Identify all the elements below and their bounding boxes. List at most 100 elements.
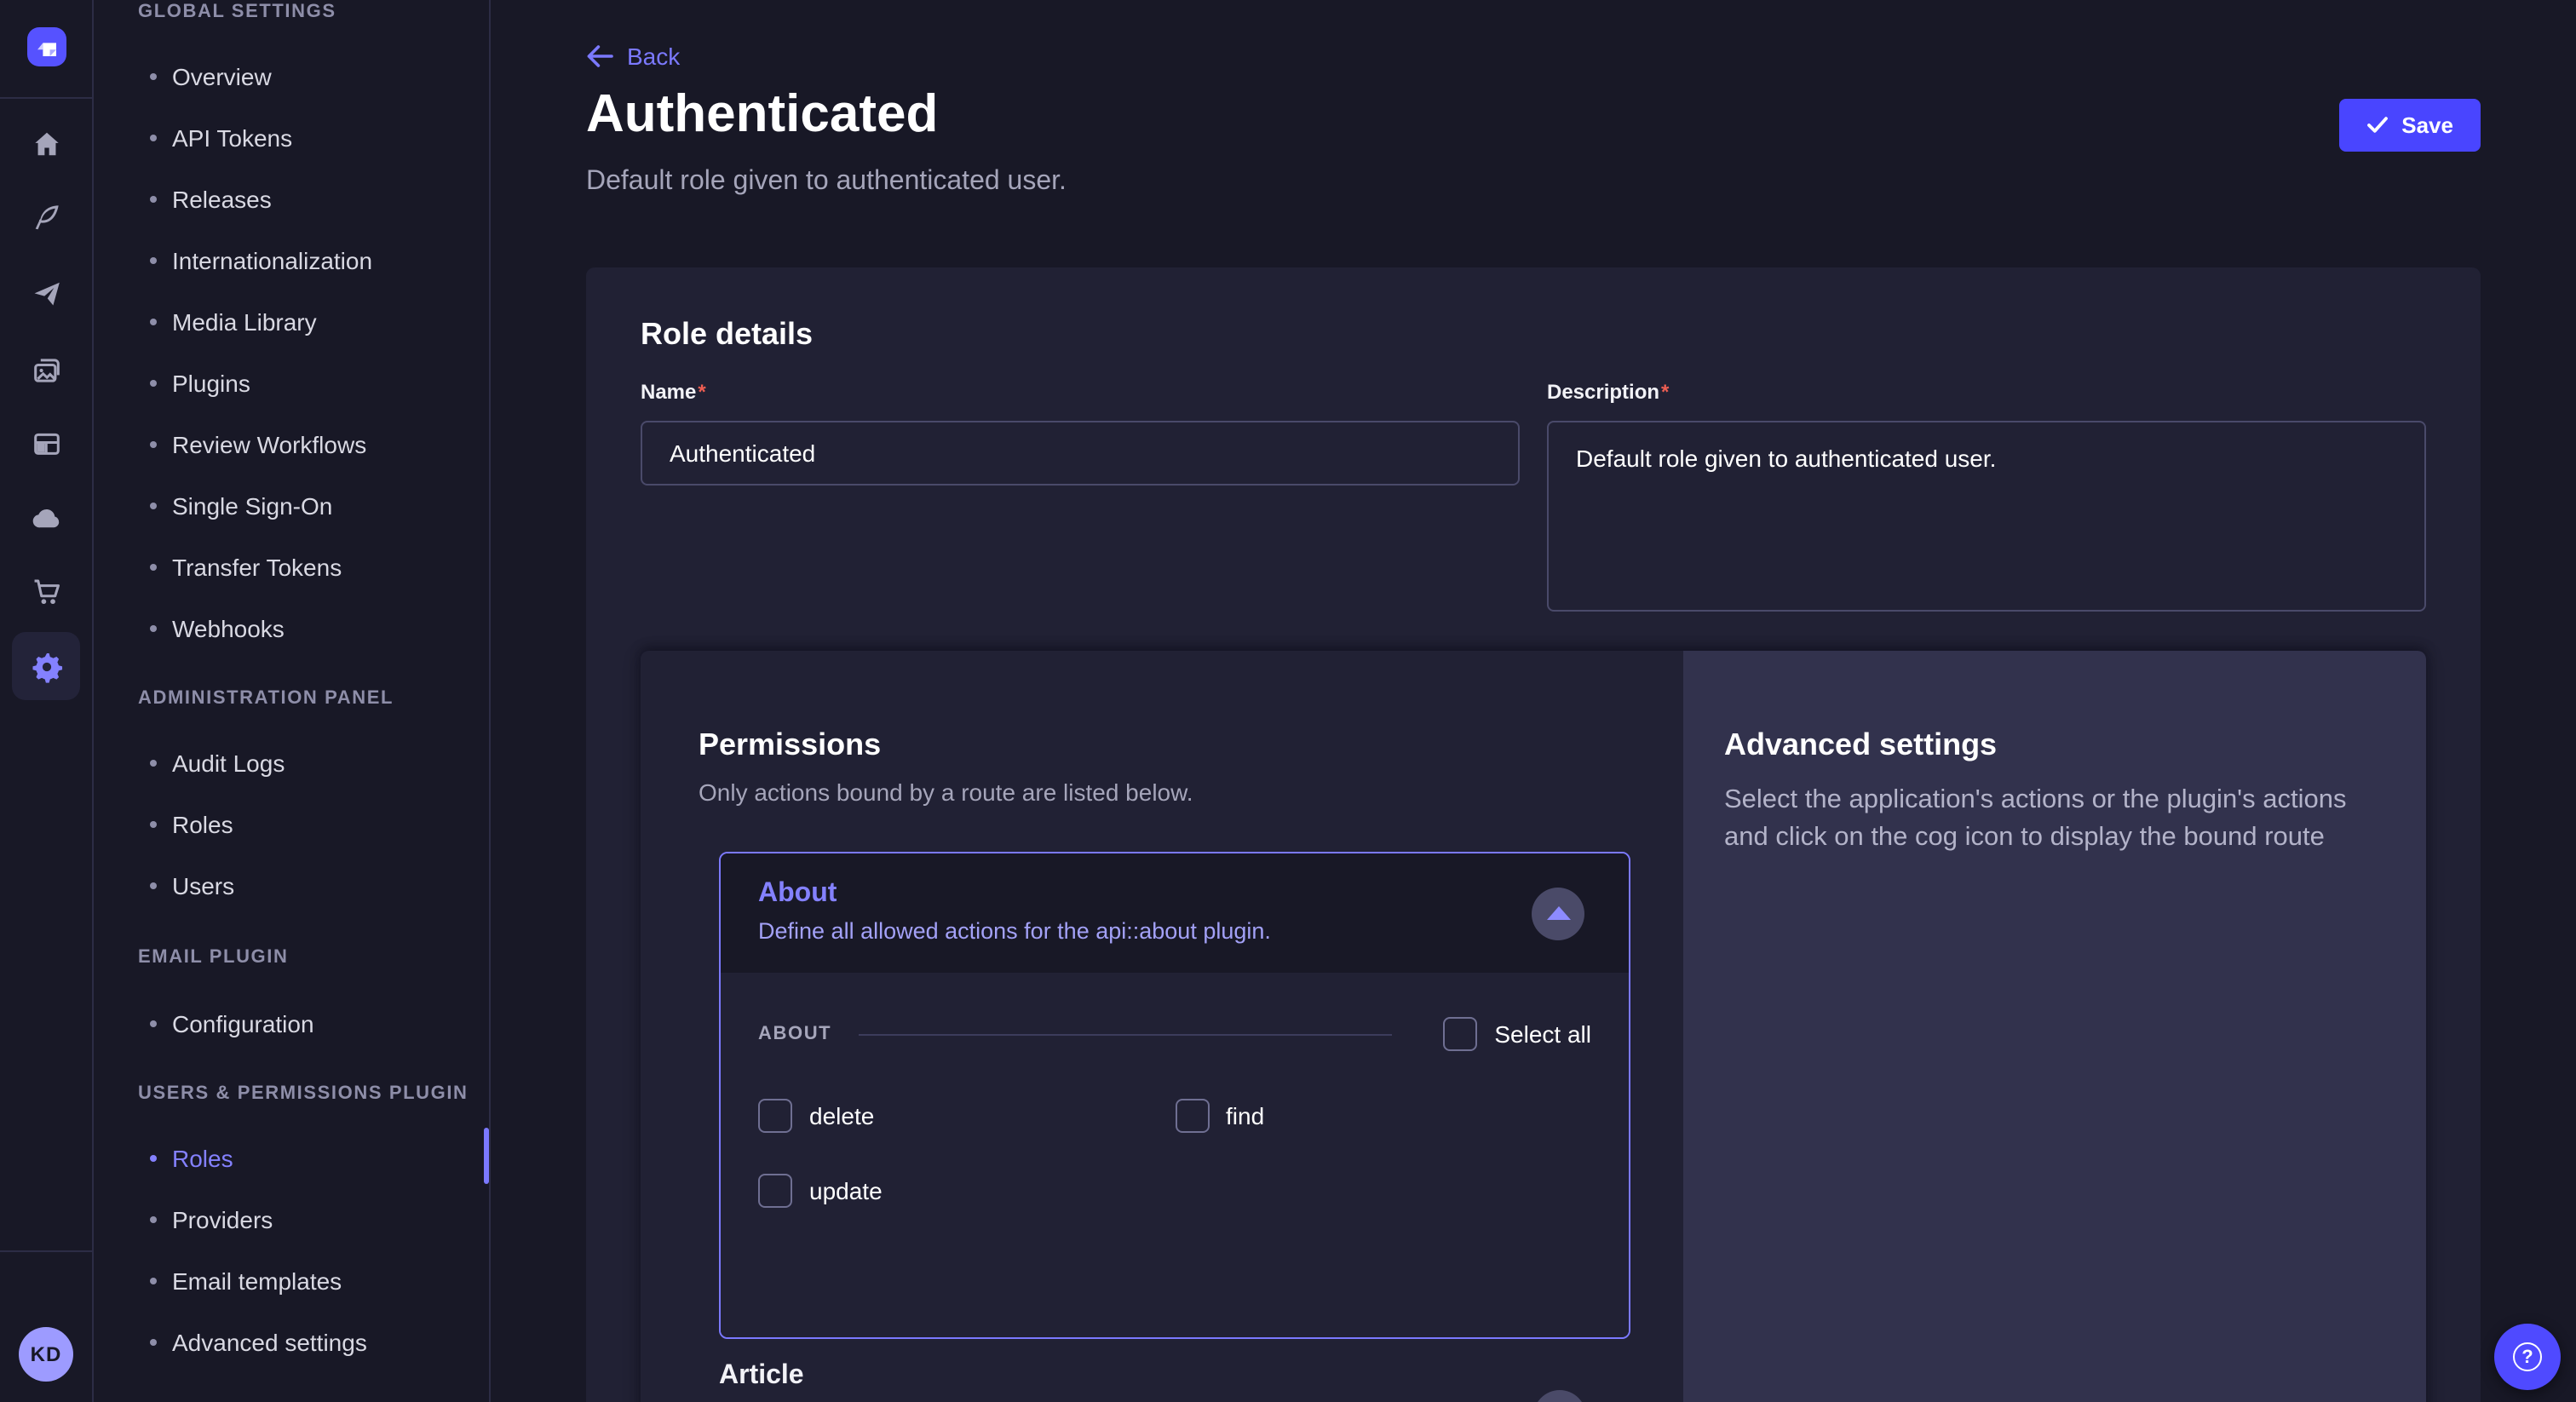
permission-delete: delete: [758, 1099, 1175, 1133]
bullet-icon: [150, 1278, 157, 1284]
bullet-icon: [150, 1339, 157, 1346]
media-library-icon[interactable]: [12, 336, 80, 404]
section-label-global-settings: GLOBAL SETTINGS: [138, 0, 489, 24]
section-label-administration-panel: ADMINISTRATION PANEL: [138, 687, 489, 710]
sidebar-item-overview[interactable]: Overview: [94, 46, 489, 107]
accordion-article-title: Article: [719, 1359, 1578, 1393]
sidebar-item-providers[interactable]: Providers: [94, 1189, 489, 1250]
find-checkbox[interactable]: [1175, 1099, 1209, 1133]
bullet-icon: [150, 882, 157, 889]
permissions-heading: Permissions: [699, 726, 1630, 763]
subnav-scrollbar[interactable]: [483, 1128, 489, 1184]
help-button[interactable]: ?: [2494, 1324, 2561, 1390]
bullet-icon: [150, 625, 157, 632]
role-details-heading: Role details: [641, 315, 2426, 353]
bullet-icon: [150, 821, 157, 828]
check-icon: [2366, 116, 2388, 135]
sidebar-item-media-library[interactable]: Media Library: [94, 291, 489, 353]
sidebar-item-admin-roles[interactable]: Roles: [94, 794, 489, 855]
rail-divider: [0, 97, 92, 99]
required-asterisk: *: [1661, 380, 1669, 404]
marketplace-cart-icon[interactable]: [12, 557, 80, 625]
required-asterisk: *: [698, 380, 705, 404]
question-mark-icon: ?: [2513, 1342, 2542, 1371]
bullet-icon: [150, 1020, 157, 1027]
back-link[interactable]: Back: [586, 43, 680, 70]
accordion-about-description: Define all allowed actions for the api::…: [758, 918, 1591, 944]
find-label: find: [1226, 1102, 1264, 1129]
sidebar-item-releases[interactable]: Releases: [94, 169, 489, 230]
bullet-icon: [150, 380, 157, 387]
name-input[interactable]: [641, 421, 1520, 486]
collapse-about-button[interactable]: [1532, 887, 1584, 939]
sidebar-item-single-sign-on[interactable]: Single Sign-On: [94, 475, 489, 537]
sidebar-item-transfer-tokens[interactable]: Transfer Tokens: [94, 537, 489, 598]
page-title: Authenticated: [586, 83, 938, 145]
home-icon[interactable]: [12, 109, 80, 177]
delete-label: delete: [809, 1102, 874, 1129]
sidebar-item-email-templates[interactable]: Email templates: [94, 1250, 489, 1312]
sidebar-item-review-workflows[interactable]: Review Workflows: [94, 414, 489, 475]
select-all-checkbox[interactable]: [1443, 1017, 1477, 1051]
update-checkbox[interactable]: [758, 1174, 792, 1208]
bullet-icon: [150, 73, 157, 80]
accordion-article-header[interactable]: Article Define all allowed actions for t…: [719, 1359, 1630, 1402]
name-label: Name*: [641, 380, 706, 404]
sidebar-item-advanced-settings[interactable]: Advanced settings: [94, 1312, 489, 1373]
send-icon[interactable]: [12, 259, 80, 327]
permissions-subtitle: Only actions bound by a route are listed…: [699, 779, 1630, 806]
permission-find: find: [1175, 1099, 1591, 1133]
accordion-about-header[interactable]: About Define all allowed actions for the…: [721, 853, 1629, 973]
accordion-about-title: About: [758, 877, 1591, 911]
app-window: KD GLOBAL SETTINGS Overview API Tokens R…: [0, 0, 2576, 1402]
bullet-icon: [150, 1155, 157, 1162]
description-label: Description*: [1547, 380, 1669, 404]
about-subsection-label: ABOUT: [758, 1024, 831, 1044]
sidebar-item-api-tokens[interactable]: API Tokens: [94, 107, 489, 169]
select-all-label: Select all: [1494, 1020, 1591, 1048]
bullet-icon: [150, 196, 157, 203]
strapi-logo-icon[interactable]: [27, 27, 66, 66]
role-details-card: Role details Name* Description* Permissi…: [586, 267, 2481, 1402]
content-manager-icon[interactable]: [12, 409, 80, 477]
bullet-icon: [150, 760, 157, 767]
sidebar-item-plugins[interactable]: Plugins: [94, 353, 489, 414]
bullet-icon: [150, 135, 157, 141]
sidebar-item-admin-users[interactable]: Users: [94, 855, 489, 916]
section-label-email-plugin: EMAIL PLUGIN: [138, 945, 489, 969]
accordion-about: About Define all allowed actions for the…: [719, 852, 1630, 1339]
update-label: update: [809, 1177, 883, 1204]
permissions-section: Permissions Only actions bound by a rout…: [641, 651, 2426, 1402]
advanced-settings-panel: Advanced settings Select the application…: [1683, 651, 2426, 1402]
name-field-group: Name*: [641, 376, 1520, 620]
divider-line: [859, 1033, 1392, 1035]
sidebar-item-up-roles[interactable]: Roles: [94, 1128, 489, 1189]
bullet-icon: [150, 441, 157, 448]
settings-subnav: GLOBAL SETTINGS Overview API Tokens Rele…: [94, 0, 491, 1402]
bullet-icon: [150, 503, 157, 509]
sidebar-item-audit-logs[interactable]: Audit Logs: [94, 733, 489, 794]
main-content: Back Authenticated Default role given to…: [491, 0, 2576, 1402]
back-label: Back: [627, 43, 680, 70]
bullet-icon: [150, 1216, 157, 1223]
chevron-up-icon: [1546, 906, 1570, 920]
bullet-icon: [150, 319, 157, 325]
advanced-settings-heading: Advanced settings: [1724, 726, 2382, 763]
delete-checkbox[interactable]: [758, 1099, 792, 1133]
icon-rail: KD: [0, 0, 94, 1402]
sidebar-item-email-configuration[interactable]: Configuration: [94, 993, 489, 1054]
bullet-icon: [150, 564, 157, 571]
sidebar-item-webhooks[interactable]: Webhooks: [94, 598, 489, 659]
advanced-settings-description: Select the application's actions or the …: [1724, 782, 2382, 857]
content-feather-icon[interactable]: [12, 182, 80, 250]
save-button-label: Save: [2401, 112, 2453, 138]
settings-gear-icon[interactable]: [12, 632, 80, 700]
sidebar-item-internationalization[interactable]: Internationalization: [94, 230, 489, 291]
user-avatar[interactable]: KD: [19, 1327, 73, 1382]
save-button[interactable]: Save: [2338, 99, 2481, 152]
cloud-icon[interactable]: [12, 484, 80, 552]
arrow-left-icon: [586, 44, 613, 68]
description-field-group: Description*: [1547, 376, 2426, 620]
description-textarea[interactable]: [1547, 421, 2426, 612]
page-subtitle: Default role given to authenticated user…: [586, 167, 1067, 198]
